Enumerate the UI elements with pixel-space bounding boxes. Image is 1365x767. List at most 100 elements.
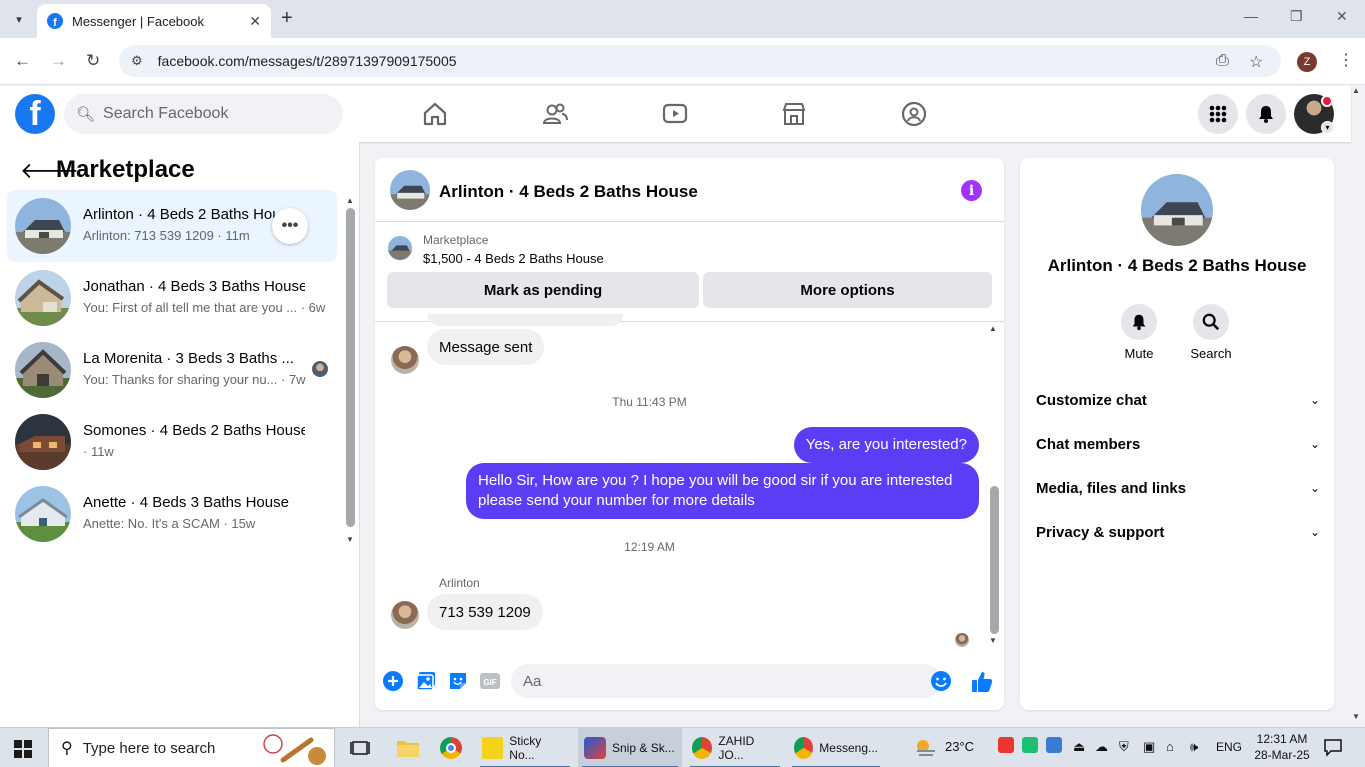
network-icon[interactable]: ⌂ (1166, 739, 1174, 754)
task-view-icon[interactable] (343, 728, 377, 767)
watch-video-icon[interactable] (661, 100, 689, 128)
taskbar-search[interactable]: ⚲ Type here to search (48, 728, 335, 767)
row-label: Chat members (1036, 435, 1141, 453)
message-bubble-outgoing[interactable]: Yes, are you interested? (793, 427, 979, 463)
scroll-up-arrow-icon[interactable]: ▲ (346, 196, 354, 205)
conversation-item[interactable]: Jonathan · 4 Beds 3 Baths House You: Fir… (7, 262, 337, 334)
info-icon[interactable]: i (961, 180, 982, 201)
contact-avatar (391, 346, 419, 374)
conversation-item[interactable]: Arlinton · 4 Beds 2 Baths House Arlinton… (7, 190, 337, 262)
page-scroll-up-icon[interactable]: ▲ (1352, 86, 1360, 95)
emoji-icon[interactable] (930, 670, 952, 692)
browser-tab[interactable]: f Messenger | Facebook ✕ (37, 4, 271, 38)
scroll-down-arrow-icon[interactable]: ▼ (346, 535, 354, 544)
mute-button[interactable]: Mute (1109, 304, 1169, 361)
back-arrow-icon[interactable]: ← (14, 51, 31, 71)
mark-as-pending-button[interactable]: Mark as pending (387, 272, 699, 308)
message-bubble-incoming[interactable]: Message sent (427, 329, 545, 365)
listing-price[interactable]: $1,500 - 4 Beds 2 Baths House (423, 251, 604, 266)
home-icon[interactable] (421, 100, 449, 128)
restore-icon[interactable]: ❐ (1290, 8, 1303, 25)
message-input-box[interactable] (511, 664, 941, 698)
friends-icon[interactable] (541, 100, 569, 128)
tab-close-icon[interactable]: ✕ (249, 13, 261, 30)
media-files-links-row[interactable]: Media, files and links ⌄ (1036, 470, 1320, 506)
conversation-item[interactable]: Somones · 4 Beds 2 Baths House · 11w (7, 406, 337, 478)
taskbar-app-snip-sketch[interactable]: Snip & Sk... (578, 728, 682, 767)
conversation-name: Jonathan · 4 Beds 3 Baths House (83, 278, 305, 295)
account-chevron-icon[interactable]: ▾ (1321, 121, 1334, 134)
new-tab-icon[interactable]: + (281, 7, 293, 30)
browser-profile-avatar[interactable]: Z (1297, 52, 1317, 72)
clock-time: 12:31 AM (1256, 732, 1308, 746)
scroll-down-arrow-icon[interactable]: ▼ (989, 636, 997, 645)
minimize-icon[interactable]: — (1244, 8, 1258, 24)
chat-panel: Arlinton · 4 Beds 2 Baths House i Market… (375, 158, 1004, 710)
tray-app-icon[interactable]: ▣ (1143, 739, 1155, 755)
scroll-up-arrow-icon[interactable]: ▲ (989, 324, 997, 333)
site-info-icon[interactable]: ⚙ (131, 53, 143, 69)
chat-members-row[interactable]: Chat members ⌄ (1036, 426, 1320, 462)
forward-arrow-icon[interactable]: → (50, 51, 67, 71)
chat-title[interactable]: Arlinton · 4 Beds 2 Baths House (439, 182, 698, 202)
facebook-search-input[interactable] (103, 105, 324, 123)
message-bubble-incoming[interactable]: 713 539 1209 (427, 594, 543, 630)
sticker-icon[interactable] (447, 670, 469, 692)
taskbar-app-chrome-zahid[interactable]: ZAHID JO... (686, 728, 784, 767)
search-in-chat-button[interactable]: Search (1181, 304, 1241, 361)
privacy-support-row[interactable]: Privacy & support ⌄ (1036, 514, 1320, 550)
conversation-list: Arlinton · 4 Beds 2 Baths House Arlinton… (7, 190, 337, 550)
tray-app-icon[interactable] (1022, 737, 1038, 753)
volume-icon[interactable]: 🕪︎ (1190, 739, 1198, 755)
security-shield-icon[interactable]: ⛨ (1119, 739, 1129, 755)
taskbar-clock[interactable]: 12:31 AM 28-Mar-25 (1252, 731, 1312, 763)
taskbar-app-messenger[interactable]: Messeng... (788, 728, 884, 767)
search-icon: 🔍︎ (76, 106, 96, 123)
photo-gallery-icon[interactable] (415, 670, 437, 692)
banner-label: Marketplace (423, 233, 489, 247)
sidebar-scrollbar[interactable] (346, 208, 355, 527)
thumbs-up-icon[interactable] (970, 670, 994, 694)
plus-circle-icon[interactable] (382, 670, 404, 692)
page-scroll-down-icon[interactable]: ▼ (1352, 712, 1360, 721)
tray-app-icon[interactable] (1046, 737, 1062, 753)
browser-menu-icon[interactable]: ⋮ (1338, 50, 1354, 70)
taskbar-app-sticky-notes[interactable]: Sticky No... (476, 728, 574, 767)
usb-icon[interactable]: ⏏ (1073, 739, 1085, 755)
omnibox[interactable]: ⚙ facebook.com/messages/t/28971397909175… (119, 45, 1281, 77)
reload-icon[interactable]: ↻ (86, 51, 100, 71)
bookmark-star-icon[interactable]: ☆ (1249, 52, 1263, 72)
install-app-icon[interactable]: ⎙ (1216, 52, 1229, 70)
chrome-icon[interactable] (434, 728, 468, 767)
message-bubble-outgoing[interactable]: Hello Sir, How are you ? I hope you will… (466, 463, 979, 519)
weather-icon[interactable] (913, 736, 937, 761)
tray-app-icon[interactable] (998, 737, 1014, 753)
windows-start-icon[interactable] (14, 740, 32, 758)
timestamp: 12:19 AM (624, 540, 675, 554)
marketplace-icon[interactable] (780, 100, 808, 128)
customize-chat-row[interactable]: Customize chat ⌄ (1036, 382, 1320, 418)
listing-large-thumbnail (1141, 174, 1213, 246)
weather-temp[interactable]: 23°C (945, 739, 974, 754)
groups-icon[interactable] (900, 100, 928, 128)
more-options-icon[interactable]: ••• (272, 208, 308, 244)
row-label: Media, files and links (1036, 479, 1187, 497)
file-explorer-icon[interactable] (390, 728, 426, 767)
chat-sidebar: 🡐 Marketplace Arlinton · 4 Beds 2 Baths … (0, 142, 360, 727)
notifications-bell-icon[interactable] (1246, 94, 1286, 134)
facebook-logo-icon[interactable]: f (15, 94, 55, 134)
message-input[interactable] (523, 672, 903, 690)
language-indicator[interactable]: ENG (1216, 740, 1242, 754)
notification-center-icon[interactable] (1323, 737, 1343, 760)
gif-icon[interactable]: GIF (479, 670, 501, 692)
facebook-search[interactable]: 🔍︎ (64, 94, 343, 134)
chat-thumbnail[interactable] (390, 170, 430, 210)
menu-grid-icon[interactable] (1198, 94, 1238, 134)
conversation-item[interactable]: La Morenita · 3 Beds 3 Baths ... You: Th… (7, 334, 337, 406)
window-close-icon[interactable]: ✕ (1336, 8, 1348, 25)
cloud-icon[interactable]: ☁ (1095, 739, 1108, 755)
more-options-button[interactable]: More options (703, 272, 992, 308)
chat-scrollbar[interactable] (990, 486, 999, 634)
conversation-item[interactable]: Anette · 4 Beds 3 Baths House Anette: No… (7, 478, 337, 550)
tab-search-chevron-icon[interactable]: ▾ (8, 8, 30, 30)
